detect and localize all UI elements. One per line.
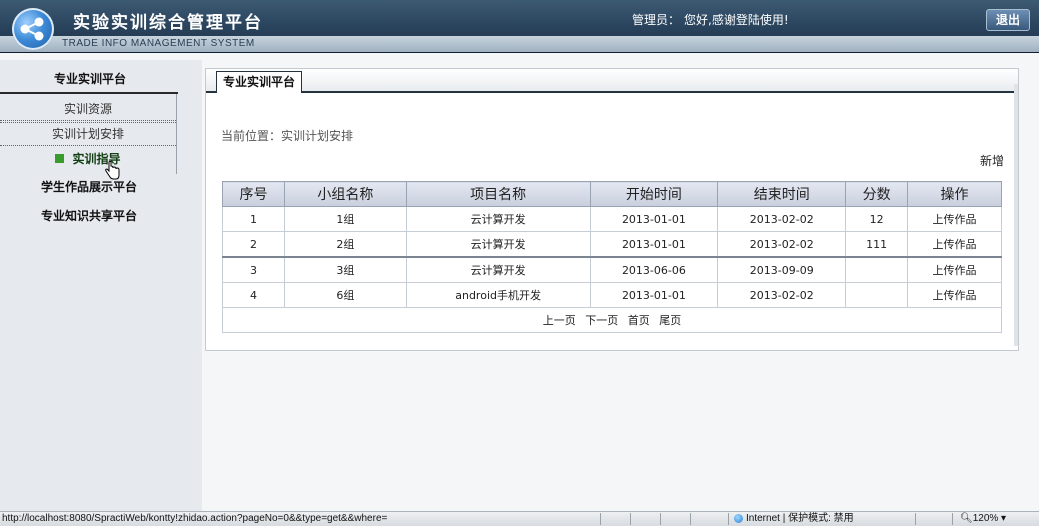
status-divider (690, 513, 691, 525)
sidebar-section-knowledge-share[interactable]: 专业知识共享平台 (0, 207, 178, 224)
cell-group: 2组 (283, 231, 407, 258)
sidebar-section-student-works[interactable]: 学生作品展示平台 (0, 178, 178, 195)
browser-status-bar: http://localhost:8080/SpractiWeb/kontty!… (0, 511, 1039, 526)
cell-end: 2013-02-02 (717, 282, 847, 308)
cell-end: 2013-09-09 (717, 256, 847, 283)
table-row: 4 6组 android手机开发 2013-01-01 2013-02-02 上… (222, 282, 1002, 308)
app-subtitle: TRADE INFO MANAGEMENT SYSTEM (62, 38, 255, 49)
greeting-text: 您好,感谢登陆使用! (684, 13, 789, 27)
upload-work-link[interactable]: 上传作品 (907, 256, 1002, 283)
cell-start: 2013-01-01 (589, 231, 719, 258)
cell-score (845, 256, 909, 283)
breadcrumb: 当前位置：实训计划安排 (221, 129, 354, 143)
cell-end: 2013-02-02 (717, 206, 847, 232)
cell-index: 1 (222, 206, 285, 232)
prev-page-link[interactable]: 上一页 (543, 314, 576, 327)
upload-work-link[interactable]: 上传作品 (907, 206, 1002, 232)
pager: 上一页 下一页 首页 尾页 (222, 307, 1002, 333)
status-divider (600, 513, 601, 525)
status-divider (952, 513, 953, 525)
sidebar-item-plan[interactable]: 实训计划安排 (0, 122, 176, 146)
sidebar-item-guidance[interactable]: 实训指导 (0, 148, 176, 170)
table-row: 3 3组 云计算开发 2013-06-06 2013-09-09 上传作品 (222, 256, 1002, 283)
logo-icon (12, 8, 54, 50)
cell-start: 2013-01-01 (589, 282, 719, 308)
pager-row: 上一页 下一页 首页 尾页 (222, 307, 1002, 333)
status-divider (915, 513, 916, 525)
cell-index: 2 (222, 231, 285, 258)
first-page-link[interactable]: 首页 (628, 314, 650, 327)
sidebar-item-resources[interactable]: 实训资源 (0, 98, 176, 121)
security-zone[interactable]: Internet | 保护模式: 禁用 (734, 512, 854, 526)
sidebar: 专业实训平台 实训资源 实训计划安排 实训指导 学生作品展示平台 专业知识共享平… (0, 60, 203, 511)
cell-start: 2013-06-06 (589, 256, 719, 283)
status-url: http://localhost:8080/SpractiWeb/kontty!… (2, 513, 388, 524)
column-header: 分数 (845, 181, 909, 207)
cell-score: 111 (845, 231, 909, 258)
next-page-link[interactable]: 下一页 (585, 314, 618, 327)
globe-icon (734, 513, 743, 523)
sidebar-submenu: 实训资源 实训计划安排 实训指导 (0, 94, 177, 174)
upload-work-link[interactable]: 上传作品 (907, 282, 1002, 308)
add-button[interactable]: 新增 (980, 152, 1004, 169)
main-content: 专业实训平台 当前位置：实训计划安排 新增 序号 小组名称 项目名称 开始时间 … (202, 60, 1039, 511)
logout-button[interactable]: 退出 (986, 9, 1030, 31)
cell-index: 4 (222, 282, 285, 308)
status-divider (728, 513, 729, 525)
security-zone-label: Internet | 保护模式: 禁用 (746, 513, 854, 524)
cell-index: 3 (222, 256, 285, 283)
status-divider (630, 513, 631, 525)
column-header: 结束时间 (717, 181, 847, 207)
panel-scrollbar[interactable] (1014, 84, 1018, 346)
upload-work-link[interactable]: 上传作品 (907, 231, 1002, 258)
zoom-icon: 🔍︎ (960, 513, 973, 524)
table-row: 1 1组 云计算开发 2013-01-01 2013-02-02 12 上传作品 (222, 206, 1002, 232)
cell-score: 12 (845, 206, 909, 232)
zoom-control[interactable]: 🔍︎120% ▾ (960, 512, 1006, 526)
sidebar-item-label: 实训资源 (63, 102, 112, 116)
cell-start: 2013-01-01 (589, 206, 719, 232)
cell-project: 云计算开发 (405, 206, 591, 232)
bullet-icon (55, 154, 65, 163)
sidebar-title[interactable]: 专业实训平台 (0, 70, 180, 87)
cell-group: 6组 (283, 282, 407, 308)
zoom-level: 120% (972, 513, 999, 524)
column-header: 小组名称 (283, 181, 407, 207)
user-role-label: 管理员： (632, 13, 681, 27)
column-header: 开始时间 (589, 181, 719, 207)
cell-project: android手机开发 (405, 282, 591, 308)
status-divider (660, 513, 661, 525)
sidebar-item-label: 实训计划安排 (51, 127, 124, 141)
cell-project: 云计算开发 (405, 256, 591, 283)
tab-professional-training[interactable]: 专业实训平台 (216, 71, 303, 93)
last-page-link[interactable]: 尾页 (659, 314, 681, 327)
app-title: 实验实训综合管理平台 (73, 13, 263, 33)
table-header-row: 序号 小组名称 项目名称 开始时间 结束时间 分数 操作 (222, 181, 1002, 207)
table-row: 2 2组 云计算开发 2013-01-01 2013-02-02 111 上传作… (222, 231, 1002, 258)
plan-table: 序号 小组名称 项目名称 开始时间 结束时间 分数 操作 1 1组 云计算开发 … (222, 181, 1002, 333)
cell-score (845, 282, 909, 308)
column-header: 序号 (222, 181, 285, 207)
column-header: 操作 (907, 181, 1002, 207)
cell-group: 3组 (283, 256, 407, 283)
top-header: 实验实训综合管理平台 TRADE INFO MANAGEMENT SYSTEM … (0, 0, 1039, 53)
cell-end: 2013-02-02 (717, 231, 847, 258)
cell-project: 云计算开发 (405, 231, 591, 258)
column-header: 项目名称 (405, 181, 591, 207)
cell-group: 1组 (283, 206, 407, 232)
content-panel: 专业实训平台 当前位置：实训计划安排 新增 序号 小组名称 项目名称 开始时间 … (205, 68, 1019, 351)
panel-header: 专业实训平台 (206, 69, 1018, 93)
